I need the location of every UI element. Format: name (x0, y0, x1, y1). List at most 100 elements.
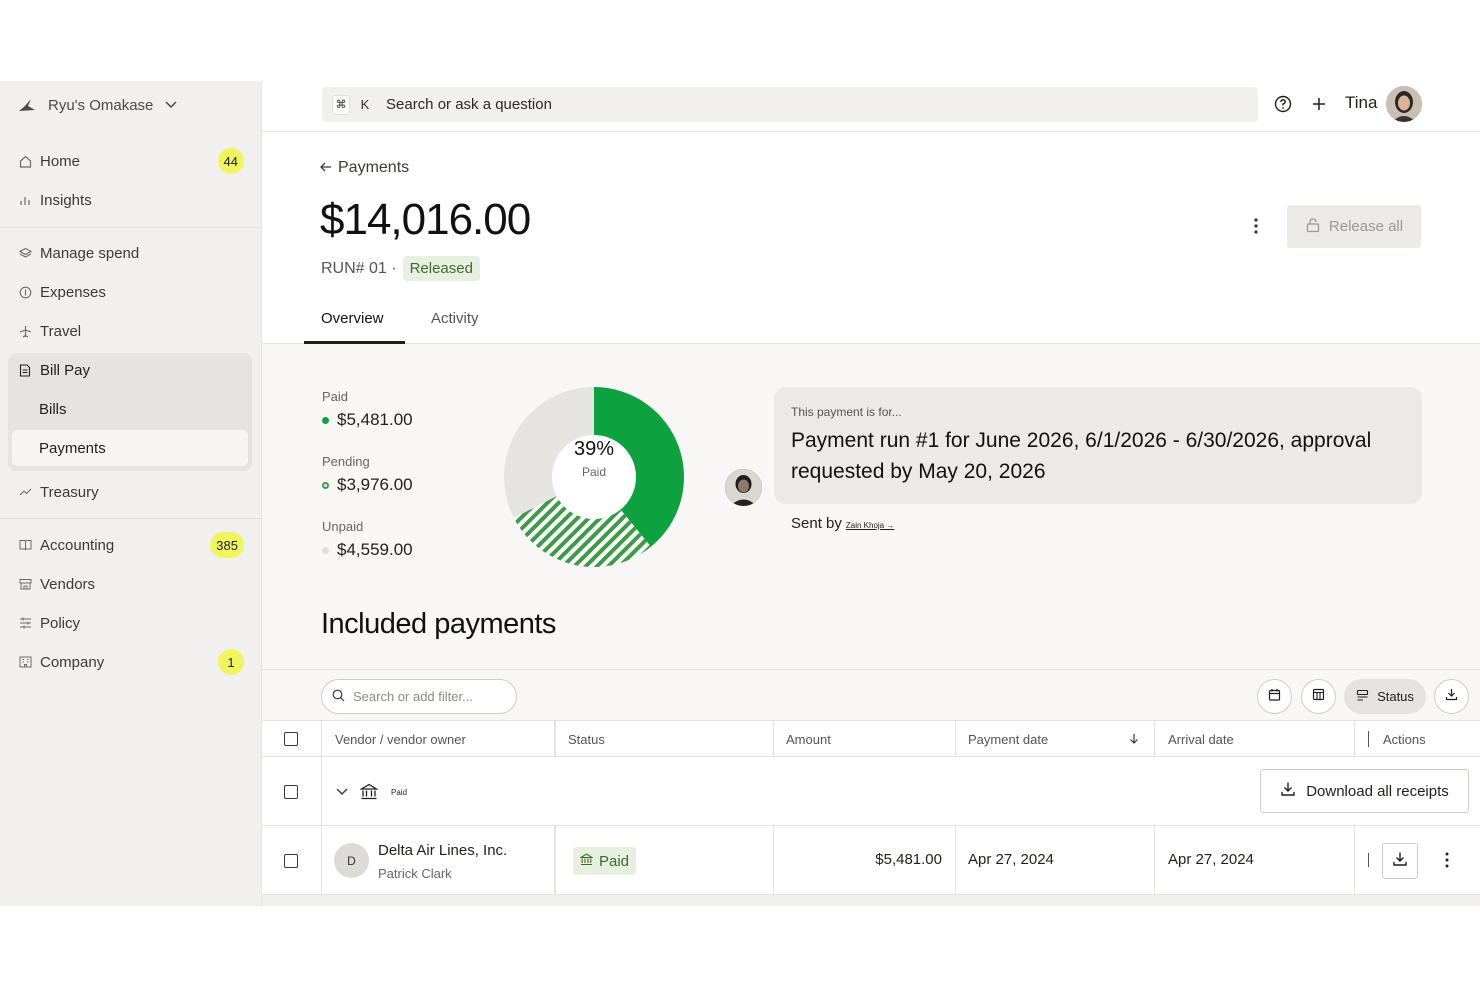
column-header-amount[interactable]: Amount (786, 721, 831, 757)
date-filter-button[interactable] (1257, 679, 1292, 714)
unpaid-dot-icon (322, 546, 329, 554)
legend-label: Paid (322, 389, 349, 404)
sidebar-item-insights[interactable]: Insights (10, 181, 252, 219)
home-icon (18, 154, 32, 168)
column-header-payment-date[interactable]: Payment date (968, 721, 1048, 757)
org-logo-icon (18, 97, 36, 113)
bar-chart-icon (18, 193, 32, 207)
run-info: RUN# 01 · Released (321, 256, 480, 281)
command-key-icon: ⌘ (332, 94, 350, 115)
sliders-icon (18, 616, 32, 630)
filter-search-input[interactable]: Search or add filter... (321, 679, 517, 714)
back-link-label: Payments (338, 159, 410, 176)
legend-pending: Pending $3,976.00 (322, 454, 413, 495)
legend-label: Pending (322, 454, 370, 469)
arrow-left-icon (320, 159, 332, 177)
download-all-receipts-button[interactable]: Download all receipts (1260, 769, 1469, 813)
sent-by: Sent by Zain Khoja → (791, 515, 894, 532)
user-avatar[interactable] (1386, 86, 1422, 122)
release-all-button[interactable]: Release all (1287, 205, 1421, 248)
amount-cell: $5,481.00 (875, 851, 942, 868)
calendar-icon (1268, 688, 1281, 706)
coin-icon (18, 285, 32, 299)
book-icon (18, 538, 32, 552)
sender-link[interactable]: Zain Khoja → (846, 521, 894, 530)
download-receipt-button[interactable] (1382, 843, 1418, 879)
sidebar-item-home[interactable]: Home 44 (10, 142, 252, 180)
download-icon (1445, 688, 1458, 706)
sidebar-item-bills[interactable]: Bills (12, 391, 248, 427)
sidebar-item-label: Vendors (40, 575, 96, 593)
section-title: Included payments (321, 608, 556, 640)
app-window: Ryu's Omakase Home 44 Insights Manage sp… (0, 81, 1480, 906)
sidebar-item-company[interactable]: Company 1 (10, 643, 252, 681)
sidebar: Ryu's Omakase Home 44 Insights Manage sp… (0, 81, 262, 906)
org-switcher[interactable]: Ryu's Omakase (18, 93, 177, 117)
notification-badge: 1 (218, 649, 244, 675)
sidebar-item-label: Bills (39, 400, 67, 418)
more-options-icon[interactable] (1250, 216, 1262, 236)
chevron-down-icon (165, 101, 177, 109)
status-badge: Released (402, 256, 480, 281)
status-badge: Paid (573, 847, 637, 875)
airplane-icon (18, 324, 32, 338)
lock-icon (1305, 217, 1321, 237)
select-all-checkbox[interactable] (284, 721, 298, 757)
export-button[interactable] (1434, 679, 1469, 714)
sidebar-item-bill-pay[interactable]: Bill Pay (10, 351, 252, 389)
tab-overview[interactable]: Overview (321, 310, 384, 327)
sidebar-item-manage-spend[interactable]: Manage spend (10, 234, 252, 272)
help-icon[interactable] (1274, 95, 1292, 113)
vendor-name[interactable]: Delta Air Lines, Inc. (378, 842, 507, 859)
sidebar-item-label: Travel (40, 322, 82, 340)
release-all-label: Release all (1328, 218, 1404, 235)
layers-icon (18, 246, 32, 260)
group-checkbox[interactable] (284, 774, 298, 810)
sidebar-item-label: Company (40, 653, 105, 671)
sort-arrow-down-icon[interactable] (1128, 721, 1140, 757)
tab-activity[interactable]: Activity (431, 310, 479, 327)
payment-date-cell: Apr 27, 2024 (968, 851, 1054, 868)
donut-center: 39% Paid (553, 438, 635, 479)
store-icon (18, 577, 32, 591)
download-icon (1280, 781, 1296, 801)
building-icon (18, 655, 32, 669)
column-header-arrival-date[interactable]: Arrival date (1168, 721, 1234, 757)
sidebar-item-payments[interactable]: Payments (12, 430, 248, 466)
status-group-button[interactable]: Status (1344, 679, 1426, 714)
back-link[interactable]: Payments (320, 159, 409, 177)
user-name[interactable]: Tina (1345, 93, 1377, 113)
legend-label: Unpaid (322, 519, 364, 534)
table-row[interactable]: D Delta Air Lines, Inc. Patrick Clark Pa… (262, 826, 1480, 895)
sidebar-item-label: Expenses (40, 283, 106, 301)
row-checkbox[interactable] (284, 843, 298, 879)
sidebar-item-label: Accounting (40, 536, 115, 554)
column-header-status[interactable]: Status (568, 721, 605, 757)
notification-badge: 44 (217, 148, 244, 174)
status-badge-label: Paid (599, 852, 630, 870)
sidebar-item-travel[interactable]: Travel (10, 312, 252, 350)
plus-icon[interactable] (1311, 95, 1327, 113)
sidebar-item-treasury[interactable]: Treasury (10, 473, 252, 511)
global-search[interactable]: ⌘ K Search or ask a question (322, 87, 1258, 122)
chevron-down-icon[interactable] (336, 774, 348, 810)
tab-bar: Overview Activity (262, 303, 1480, 344)
arrival-date-cell: Apr 27, 2024 (1168, 851, 1254, 868)
legend-value: $3,976.00 (337, 475, 413, 494)
legend-value: $5,481.00 (337, 410, 413, 429)
vendor-owner: Patrick Clark (378, 866, 452, 881)
paid-dot-icon (322, 416, 329, 424)
sidebar-item-accounting[interactable]: Accounting 385 (10, 526, 252, 564)
bank-icon (360, 774, 378, 810)
column-header-vendor[interactable]: Vendor / vendor owner (335, 721, 466, 757)
download-all-label: Download all receipts (1306, 782, 1449, 800)
legend-unpaid: Unpaid $4,559.00 (322, 519, 413, 560)
more-options-icon[interactable] (1442, 851, 1452, 869)
group-by-icon (1356, 689, 1369, 705)
sidebar-item-policy[interactable]: Policy (10, 604, 252, 642)
sidebar-item-vendors[interactable]: Vendors (10, 565, 252, 603)
sidebar-item-label: Policy (40, 614, 81, 632)
columns-button[interactable] (1301, 679, 1336, 714)
sidebar-item-expenses[interactable]: Expenses (10, 273, 252, 311)
run-number: RUN# 01 · (321, 259, 397, 277)
